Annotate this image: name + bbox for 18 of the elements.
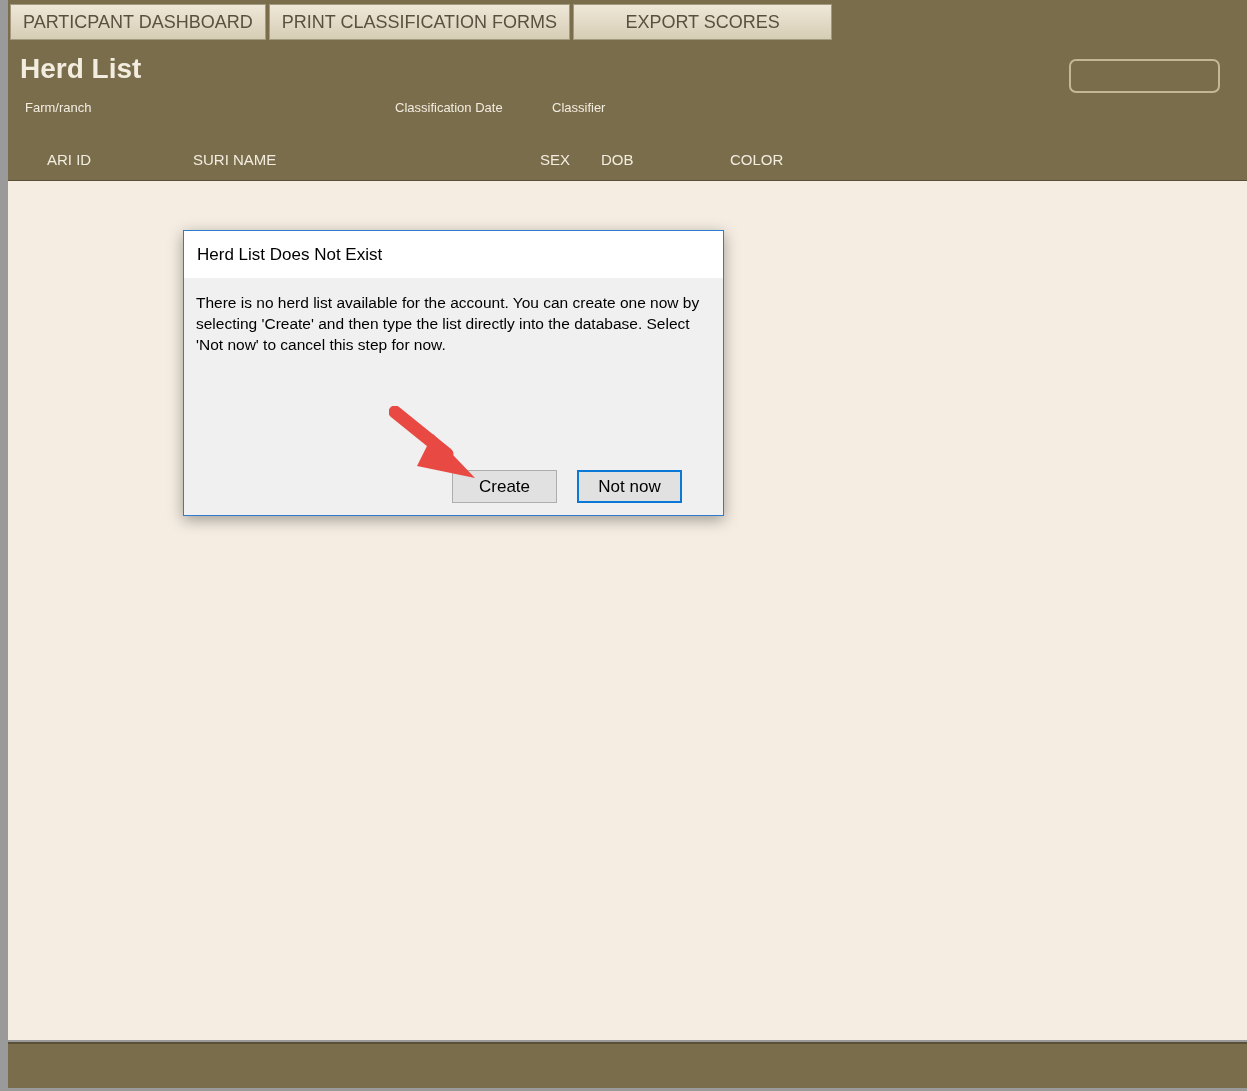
field-label: Classifier [552, 100, 606, 115]
page-title: Herd List [19, 52, 142, 86]
dialog-button[interactable]: Not now [577, 470, 682, 503]
field-label: Classification Date [395, 100, 503, 115]
tab[interactable]: PRINT CLASSIFICATION FORMS [268, 4, 571, 40]
dialog-button[interactable]: Create [452, 470, 557, 503]
tab[interactable]: EXPORT SCORES [573, 4, 833, 40]
column-header: ARI ID [47, 151, 92, 168]
column-header: COLOR [730, 151, 784, 168]
input-field[interactable] [1069, 59, 1220, 93]
field-label: Farm/ranch [25, 100, 92, 115]
column-header: DOB [601, 151, 634, 168]
dialog-title: Herd List Does Not Exist [197, 243, 383, 266]
tab[interactable]: PARTICPANT DASHBOARD [10, 4, 266, 40]
dialog-message: There is no herd list available for the account. You can create one now by selecting 'Create' and then type the list directly into the database. Select 'Not now' to cancel this step for now. [195, 293, 701, 355]
column-header: SURI NAME [193, 151, 277, 168]
column-header: SEX [540, 151, 570, 168]
arrow-icon [389, 406, 477, 480]
